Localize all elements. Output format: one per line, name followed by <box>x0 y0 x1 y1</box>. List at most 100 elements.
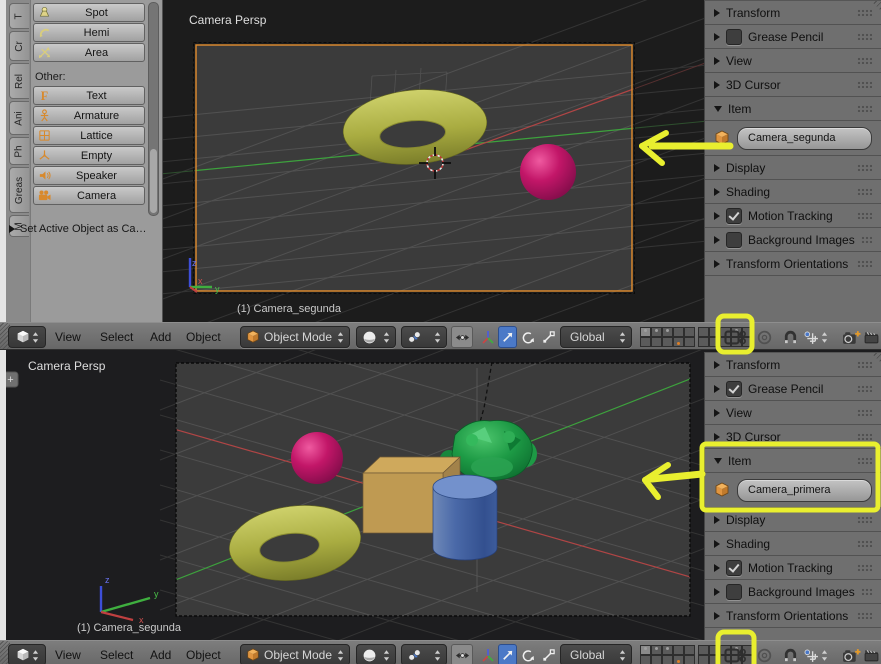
panel-section-motion-tracking[interactable]: Motion Tracking <box>705 556 881 580</box>
panel-section-view[interactable]: View <box>705 401 881 425</box>
manipulator-axes-button[interactable] <box>478 326 497 348</box>
editor-type-button[interactable] <box>8 644 46 664</box>
object-name-field[interactable]: Camera_primera <box>737 478 872 502</box>
translate-button[interactable] <box>498 326 517 348</box>
proportional-edit-button[interactable] <box>754 644 774 664</box>
orientation-dropdown[interactable]: Global <box>560 326 632 348</box>
panel-grip-icon[interactable] <box>857 57 872 64</box>
panel-grip-icon[interactable] <box>857 81 872 88</box>
panel-section-transform[interactable]: Transform <box>705 1 881 25</box>
menu-object[interactable]: Object <box>186 647 221 663</box>
opengl-render-button[interactable] <box>841 644 861 664</box>
panel-grip-icon[interactable] <box>857 164 872 171</box>
set-active-object-panel[interactable]: Set Active Object as Ca… <box>9 223 159 235</box>
manipulator-toggle[interactable] <box>451 326 473 348</box>
opengl-render-button[interactable] <box>841 326 861 348</box>
rotate-button[interactable] <box>519 326 538 348</box>
panel-grip-icon[interactable] <box>857 9 872 16</box>
panel-grip-icon[interactable] <box>857 361 872 368</box>
panel-section-3d-cursor[interactable]: 3D Cursor <box>705 425 881 449</box>
sphere-object[interactable] <box>520 144 576 200</box>
manipulator-axes-button[interactable] <box>478 644 497 664</box>
snap-element-dropdown[interactable] <box>802 644 828 664</box>
opengl-render-anim-button[interactable] <box>862 644 880 664</box>
shelf-scrollbar-thumb[interactable] <box>150 149 157 213</box>
add-empty-button[interactable]: Empty <box>33 146 145 165</box>
panel-section-transform[interactable]: Transform <box>705 353 881 377</box>
panel-section-shading[interactable]: Shading <box>705 180 881 204</box>
shelf-tab-grease[interactable]: Greas <box>9 167 29 213</box>
menu-object[interactable]: Object <box>186 329 221 345</box>
panel-grip-icon[interactable] <box>857 33 872 40</box>
panel-grip-icon[interactable] <box>857 457 872 464</box>
panel-grip-icon[interactable] <box>857 612 872 619</box>
shelf-tab-animation[interactable]: Ani <box>9 101 29 135</box>
panel-section-transform-orientations[interactable]: Transform Orientations <box>705 604 881 628</box>
shading-dropdown[interactable] <box>356 326 396 348</box>
sphere-object[interactable] <box>291 432 343 484</box>
mode-dropdown[interactable]: Object Mode <box>240 644 350 664</box>
rotate-button[interactable] <box>519 644 538 664</box>
panel-section-3d-cursor[interactable]: 3D Cursor <box>705 73 881 97</box>
panel-section-item[interactable]: Item <box>705 449 881 473</box>
panel-grip-icon[interactable] <box>860 236 872 243</box>
menu-select[interactable]: Select <box>100 647 133 663</box>
panel-grip-icon[interactable] <box>857 540 872 547</box>
panel-grip-icon[interactable] <box>857 564 872 571</box>
add-hemi-lamp-button[interactable]: Hemi <box>33 23 145 42</box>
proportional-edit-button[interactable] <box>754 326 774 348</box>
add-camera-button[interactable]: Camera <box>33 186 145 205</box>
panel-section-grease-pencil[interactable]: Grease Pencil <box>705 25 881 49</box>
panel-grip-icon[interactable] <box>857 516 872 523</box>
scale-button[interactable] <box>539 326 558 348</box>
shelf-tab-tools[interactable]: T <box>9 3 29 29</box>
panel-section-shading[interactable]: Shading <box>705 532 881 556</box>
scale-button[interactable] <box>539 644 558 664</box>
panel-grip-icon[interactable] <box>857 409 872 416</box>
panel-section-grease-pencil[interactable]: Grease Pencil <box>705 377 881 401</box>
panel-grip-icon[interactable] <box>857 260 872 267</box>
add-text-button[interactable]: F Text <box>33 86 145 105</box>
mode-dropdown[interactable]: Object Mode <box>240 326 350 348</box>
cylinder-object[interactable] <box>432 474 498 561</box>
shelf-tab-create[interactable]: Cr <box>9 31 29 61</box>
menu-view[interactable]: View <box>55 647 81 663</box>
pivot-dropdown[interactable] <box>401 326 447 348</box>
panel-section-item[interactable]: Item <box>705 97 881 121</box>
shading-dropdown[interactable] <box>356 644 396 664</box>
panel-section-view[interactable]: View <box>705 49 881 73</box>
menu-select[interactable]: Select <box>100 329 133 345</box>
snap-button[interactable] <box>780 326 800 348</box>
panel-grip-icon[interactable] <box>860 588 872 595</box>
grease-pencil-checkbox[interactable] <box>726 28 742 45</box>
panel-grip-icon[interactable] <box>857 188 872 195</box>
background-images-checkbox[interactable] <box>726 231 742 248</box>
opengl-render-anim-button[interactable] <box>862 326 880 348</box>
add-spot-lamp-button[interactable]: Spot <box>33 3 145 22</box>
panel-grip-icon[interactable] <box>857 105 872 112</box>
snap-element-dropdown[interactable] <box>802 326 828 348</box>
shelf-tab-physics[interactable]: Ph <box>9 137 29 165</box>
background-images-checkbox[interactable] <box>726 583 742 600</box>
panel-section-transform-orientations[interactable]: Transform Orientations <box>705 252 881 276</box>
shelf-tab-relations[interactable]: Rel <box>9 63 29 99</box>
add-armature-button[interactable]: Armature <box>33 106 145 125</box>
pivot-dropdown[interactable] <box>401 644 447 664</box>
add-lattice-button[interactable]: Lattice <box>33 126 145 145</box>
translate-button[interactable] <box>498 644 517 664</box>
panel-section-background-images[interactable]: Background Images <box>705 580 881 604</box>
panel-section-display[interactable]: Display <box>705 508 881 532</box>
object-name-field[interactable]: Camera_segunda <box>737 126 872 150</box>
panel-section-background-images[interactable]: Background Images <box>705 228 881 252</box>
menu-add[interactable]: Add <box>150 647 171 663</box>
add-area-lamp-button[interactable]: Area <box>33 43 145 62</box>
menu-view[interactable]: View <box>55 329 81 345</box>
manipulator-toggle[interactable] <box>451 644 473 664</box>
add-speaker-button[interactable]: Speaker <box>33 166 145 185</box>
panel-grip-icon[interactable] <box>857 433 872 440</box>
snap-button[interactable] <box>780 644 800 664</box>
grease-pencil-checkbox[interactable] <box>726 380 742 397</box>
motion-tracking-checkbox[interactable] <box>726 207 742 224</box>
panel-grip-icon[interactable] <box>857 212 872 219</box>
menu-add[interactable]: Add <box>150 329 171 345</box>
